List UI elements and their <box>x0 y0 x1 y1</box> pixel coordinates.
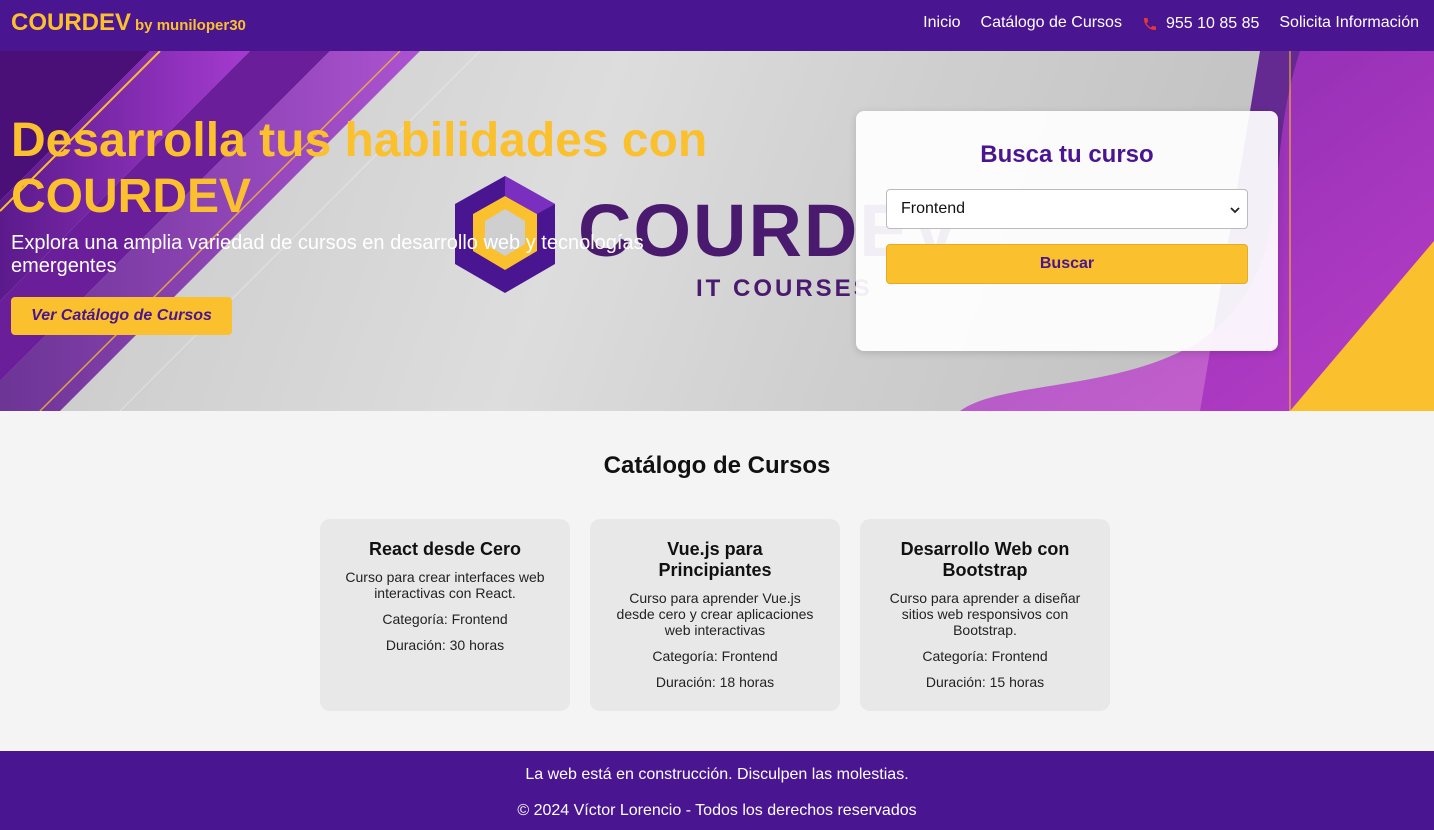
footer: La web está en construcción. Disculpen l… <box>0 751 1434 830</box>
search-button[interactable]: Buscar <box>886 244 1248 284</box>
phone-icon <box>1142 16 1158 32</box>
hero-logo-tagline: IT COURSES <box>696 275 873 302</box>
main-nav: Inicio Catálogo de Cursos 955 10 85 85 S… <box>903 12 1419 33</box>
footer-copyright: © 2024 Víctor Lorencio - Todos los derec… <box>517 802 917 819</box>
hero-title: Desarrolla tus habilidades con COURDEV <box>11 114 708 223</box>
search-card: Busca tu curso Frontend Buscar <box>856 111 1278 351</box>
hero-section: COURDEV IT COURSES Desarrolla tus habili… <box>0 51 1434 411</box>
nav-link-solicita-informacion[interactable]: Solicita Información <box>1279 14 1419 32</box>
course-title: React desde Cero <box>368 539 522 559</box>
catalog-title: Catálogo de Cursos <box>603 452 831 479</box>
course-description: Curso para aprender Vue.js desde cero y … <box>616 590 814 638</box>
phone-number: 955 10 85 85 <box>1165 15 1260 32</box>
course-duration: Duración: 18 horas <box>655 674 775 690</box>
course-duration: Duración: 30 horas <box>385 637 505 653</box>
course-description: Curso para crear interfaces web interact… <box>345 569 545 601</box>
course-category: Categoría: Frontend <box>922 648 1048 664</box>
brand-subtitle: by muniloper30 <box>135 17 246 34</box>
chevron-down-icon <box>1229 203 1241 215</box>
category-select[interactable]: Frontend <box>886 189 1248 229</box>
nav-link-phone[interactable]: 955 10 85 85 <box>1142 15 1259 33</box>
brand-name: COURDEV <box>11 9 132 36</box>
course-title: Desarrollo Web con Bootstrap <box>900 539 1070 580</box>
course-card[interactable]: React desde Cero Curso para crear interf… <box>320 519 570 711</box>
brand-logo[interactable]: COURDEV by muniloper30 <box>11 9 246 37</box>
search-title: Busca tu curso <box>980 141 1154 168</box>
course-category: Categoría: Frontend <box>382 611 508 627</box>
nav-link-inicio[interactable]: Inicio <box>923 14 960 32</box>
view-catalog-button[interactable]: Ver Catálogo de Cursos <box>11 297 232 335</box>
course-card[interactable]: Desarrollo Web con Bootstrap Curso para … <box>860 519 1110 711</box>
nav-link-catalogo[interactable]: Catálogo de Cursos <box>981 14 1122 32</box>
course-description: Curso para aprender a diseñar sitios web… <box>889 590 1081 638</box>
course-category: Categoría: Frontend <box>652 648 778 664</box>
course-duration: Duración: 15 horas <box>925 674 1045 690</box>
course-title: Vue.js para Principiantes <box>658 539 772 580</box>
course-card[interactable]: Vue.js para Principiantes Curso para apr… <box>590 519 840 711</box>
top-navbar: COURDEV by muniloper30 Inicio Catálogo de… <box>0 0 1434 51</box>
hero-subtitle: Explora una amplia variedad de cursos en… <box>11 232 644 277</box>
category-select-value: Frontend <box>901 200 966 217</box>
footer-notice: La web está en construcción. Disculpen l… <box>525 766 909 783</box>
